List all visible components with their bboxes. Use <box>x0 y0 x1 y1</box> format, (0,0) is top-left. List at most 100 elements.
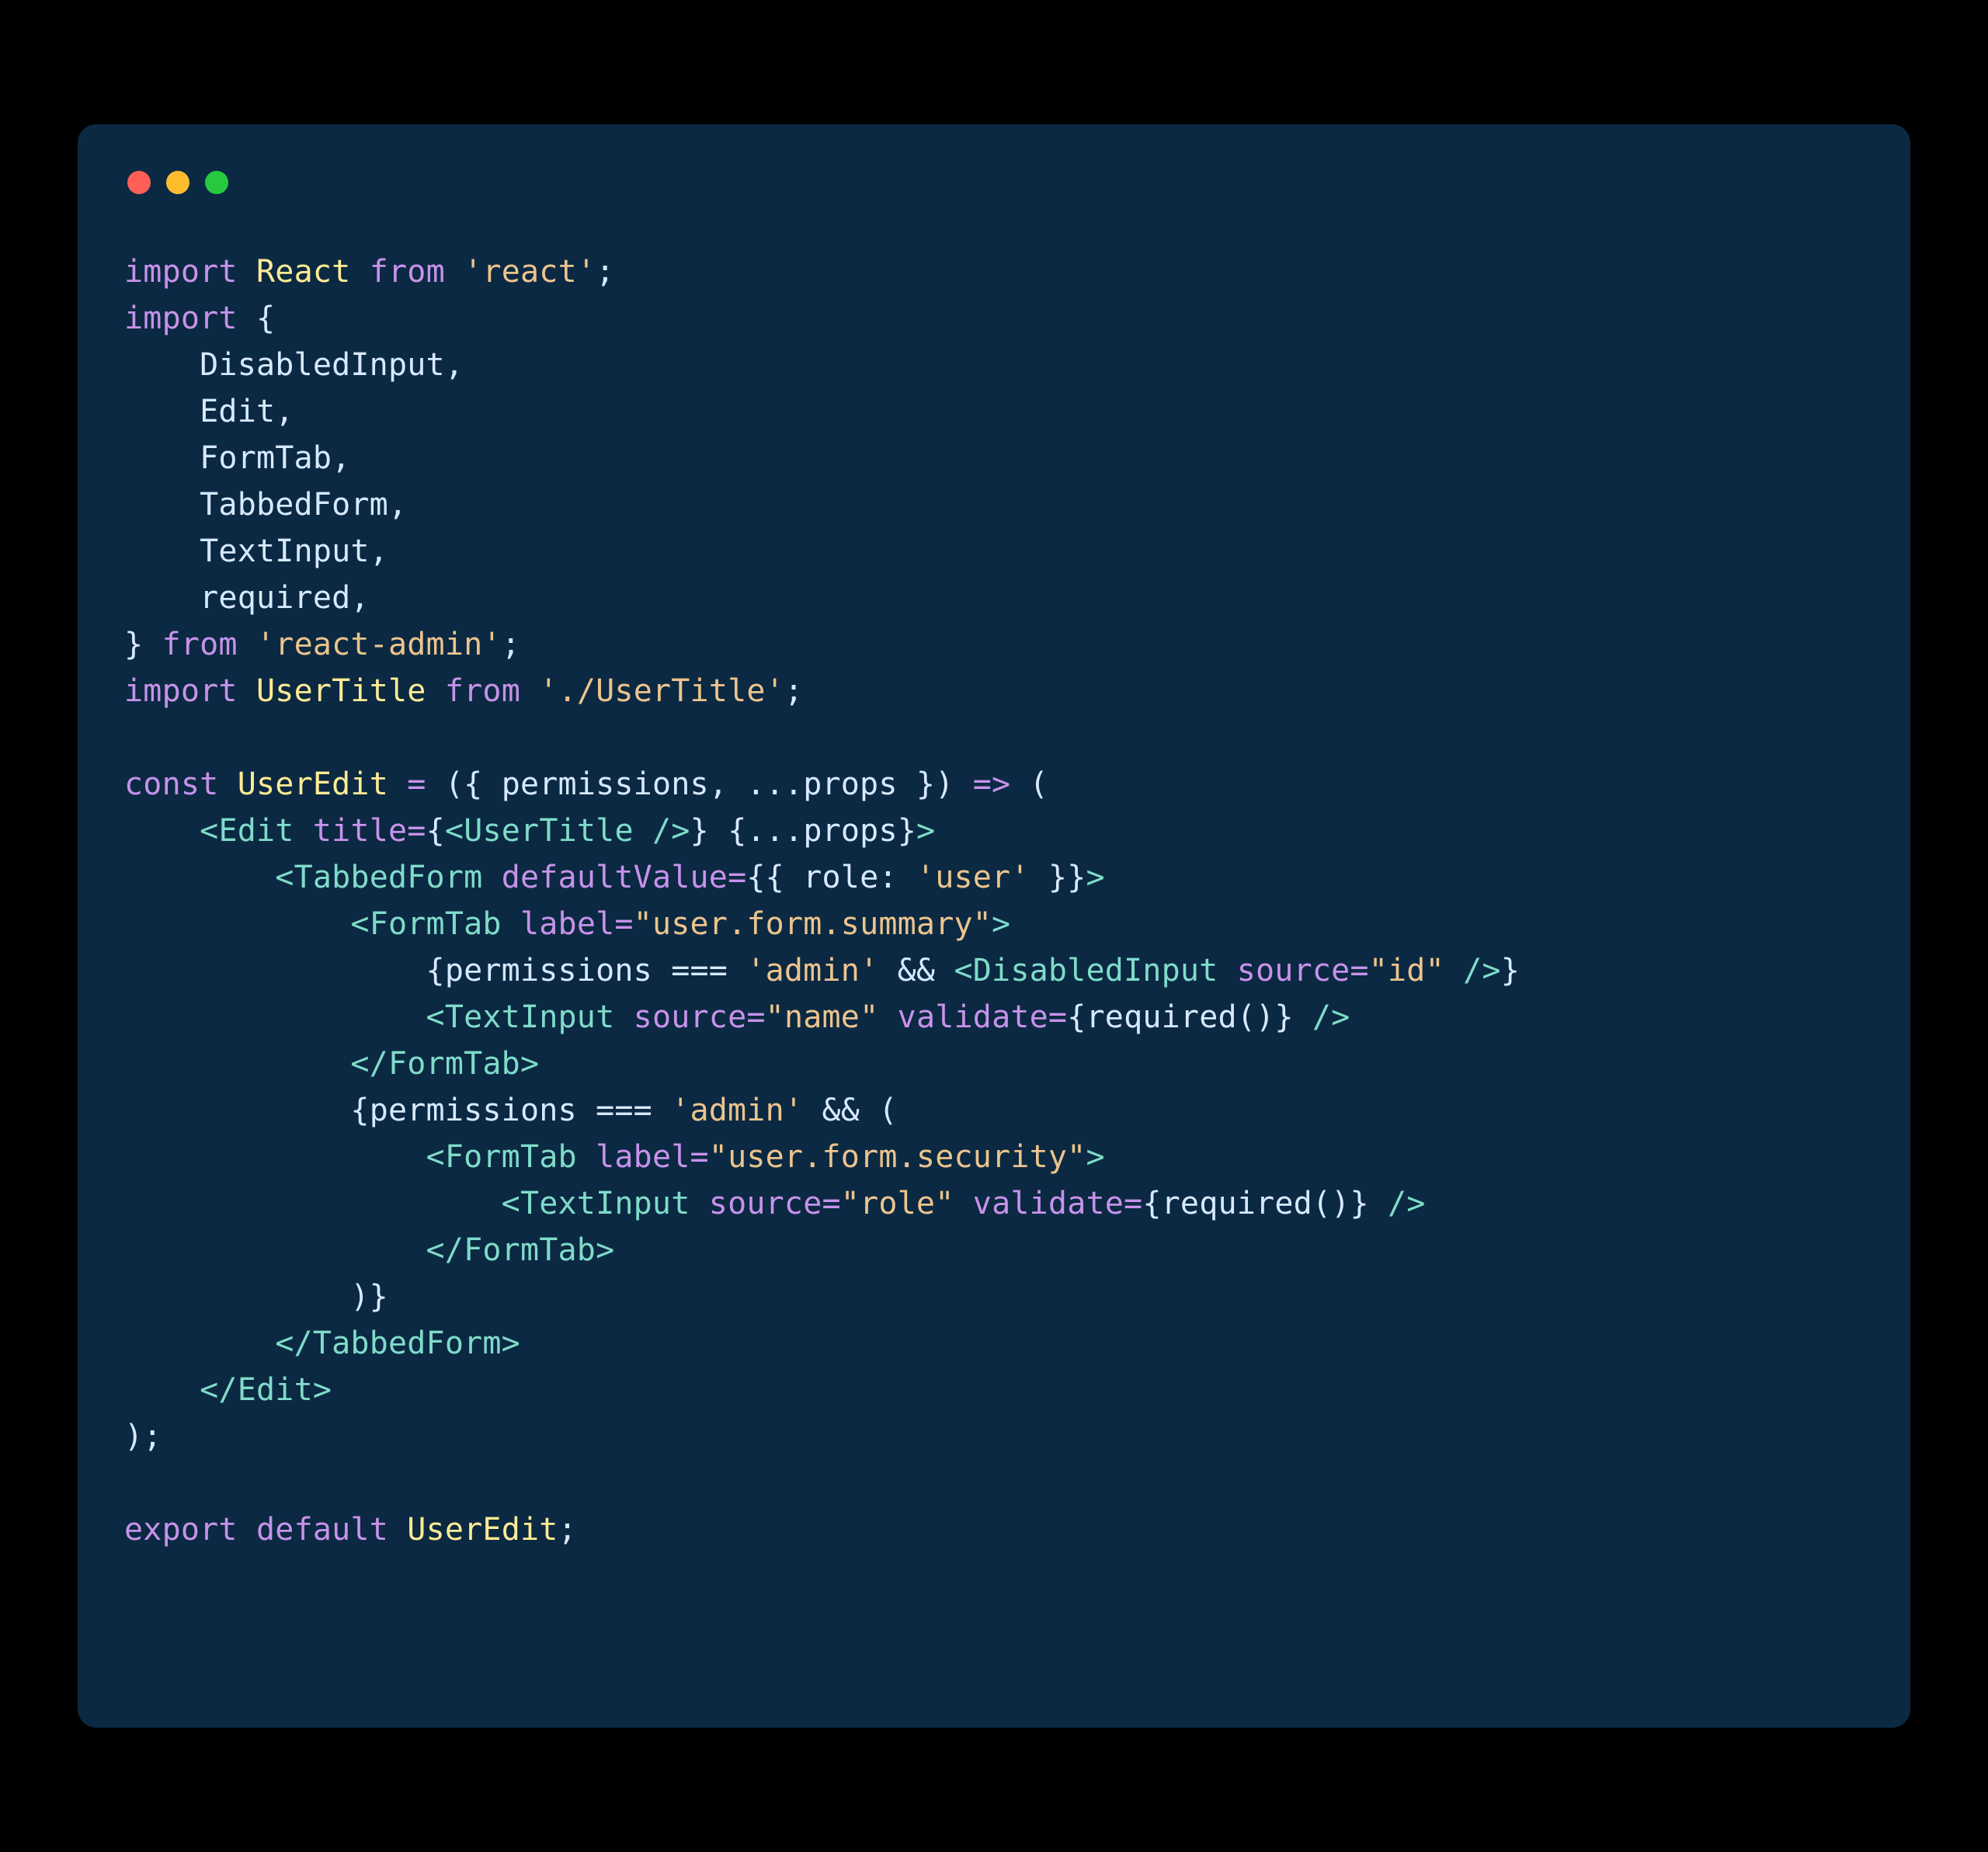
token-tag-bracket: > <box>520 1046 539 1082</box>
token-text: TabbedForm, <box>124 487 407 523</box>
token-tag-bracket: </ <box>426 1232 464 1268</box>
token-indent <box>124 1046 350 1082</box>
token-space <box>577 1139 596 1175</box>
token-space <box>954 1186 972 1221</box>
window-traffic-lights <box>124 171 1864 194</box>
token-keyword: import <box>124 673 238 709</box>
token-punct: ; <box>558 1512 577 1548</box>
token-tag-bracket: </ <box>275 1326 313 1361</box>
token-tag-name: TabbedForm <box>294 860 483 895</box>
token-tag-bracket: > <box>992 906 1010 942</box>
token-string: "role" <box>841 1186 954 1221</box>
token-identifier: UserTitle <box>256 673 426 709</box>
token-operator: && ( <box>803 1093 897 1128</box>
token-params: ({ permissions, ...props }) <box>445 766 954 802</box>
token-tag-bracket: /> <box>1369 1186 1426 1221</box>
token-indent <box>124 1372 200 1408</box>
token-indent <box>124 1093 350 1128</box>
token-tag-name: TextInput <box>520 1186 690 1221</box>
token-tag-name: FormTab <box>370 906 502 942</box>
token-tag-name: FormTab <box>464 1232 596 1268</box>
code-block: import React from 'react'; import { Disa… <box>124 248 1864 1553</box>
token-punct: ( <box>1030 766 1048 802</box>
token-string: "name" <box>766 999 879 1035</box>
token-tag-name: TextInput <box>445 999 615 1035</box>
minimize-icon[interactable] <box>166 171 189 194</box>
token-punct: ; <box>784 673 803 709</box>
token-tag-bracket: < <box>426 999 445 1035</box>
token-tag-bracket: /> <box>1294 999 1350 1035</box>
token-brace: } <box>690 813 709 849</box>
token-text: TextInput, <box>124 533 388 569</box>
token-indent <box>124 1186 502 1221</box>
token-indent <box>124 813 200 849</box>
token-punct: } <box>124 627 162 662</box>
token-eq: = <box>690 1139 709 1175</box>
token-tag-name: FormTab <box>388 1046 520 1082</box>
code-window: import React from 'react'; import { Disa… <box>78 124 1910 1728</box>
token-expr: {required()} <box>1142 1186 1368 1221</box>
token-tag-bracket: < <box>350 906 369 942</box>
token-attr: source <box>709 1186 822 1221</box>
token-operator: = <box>388 766 445 802</box>
close-icon[interactable] <box>127 171 151 194</box>
token-text: Edit, <box>124 394 294 429</box>
token-spread: {...props} <box>728 813 916 849</box>
token-indent <box>124 999 426 1035</box>
token-space <box>690 1186 708 1221</box>
token-punct: ; <box>502 627 520 662</box>
token-indent <box>124 1139 426 1175</box>
token-string: 'react' <box>464 254 596 290</box>
token-eq: = <box>822 1186 840 1221</box>
token-brace: { <box>350 1093 369 1128</box>
token-string: 'user' <box>916 860 1030 895</box>
token-eq: = <box>746 999 765 1035</box>
token-expr: permissions === <box>445 953 747 989</box>
token-tag-bracket: < <box>445 813 464 849</box>
token-space <box>614 999 633 1035</box>
token-expr: {required()} <box>1067 999 1293 1035</box>
token-text: required, <box>124 580 370 616</box>
token-expr: {{ role: <box>746 860 916 895</box>
token-space <box>294 813 313 849</box>
token-string: 'admin' <box>671 1093 803 1128</box>
zoom-icon[interactable] <box>205 171 228 194</box>
token-eq: = <box>1048 999 1067 1035</box>
token-tag-bracket: < <box>502 1186 520 1221</box>
token-string: "id" <box>1369 953 1444 989</box>
token-text: ); <box>124 1419 162 1454</box>
token-string: 'admin' <box>746 953 878 989</box>
token-keyword: export <box>124 1512 238 1548</box>
token-attr: label <box>596 1139 690 1175</box>
token-keyword: from <box>162 627 238 662</box>
token-space <box>502 906 520 942</box>
token-indent <box>124 860 275 895</box>
token-attr: validate <box>898 999 1048 1035</box>
token-string: './UserTitle' <box>539 673 784 709</box>
token-tag-name: UserTitle <box>464 813 634 849</box>
token-punct: { <box>238 301 276 336</box>
token-tag-bracket: </ <box>200 1372 238 1408</box>
token-eq: = <box>1350 953 1368 989</box>
token-indent <box>124 906 350 942</box>
token-brace: } <box>1501 953 1520 989</box>
token-keyword: from <box>370 254 445 290</box>
token-keyword: import <box>124 301 238 336</box>
token-tag-bracket: > <box>313 1372 332 1408</box>
token-keyword: const <box>124 766 218 802</box>
token-string: "user.form.security" <box>709 1139 1086 1175</box>
token-punct: ; <box>596 254 614 290</box>
token-tag-bracket: > <box>1086 860 1104 895</box>
token-space <box>1218 953 1236 989</box>
token-attr: validate <box>973 1186 1124 1221</box>
token-tag-name: Edit <box>218 813 294 849</box>
token-text: FormTab, <box>124 440 350 476</box>
token-tag-name: FormTab <box>445 1139 577 1175</box>
token-keyword: default <box>256 1512 388 1548</box>
token-identifier: UserEdit <box>238 766 388 802</box>
token-operator: => <box>954 766 1029 802</box>
token-eq: = <box>407 813 426 849</box>
token-tag-bracket: </ <box>350 1046 388 1082</box>
token-tag-bracket: < <box>954 953 972 989</box>
token-eq: = <box>1124 1186 1142 1221</box>
